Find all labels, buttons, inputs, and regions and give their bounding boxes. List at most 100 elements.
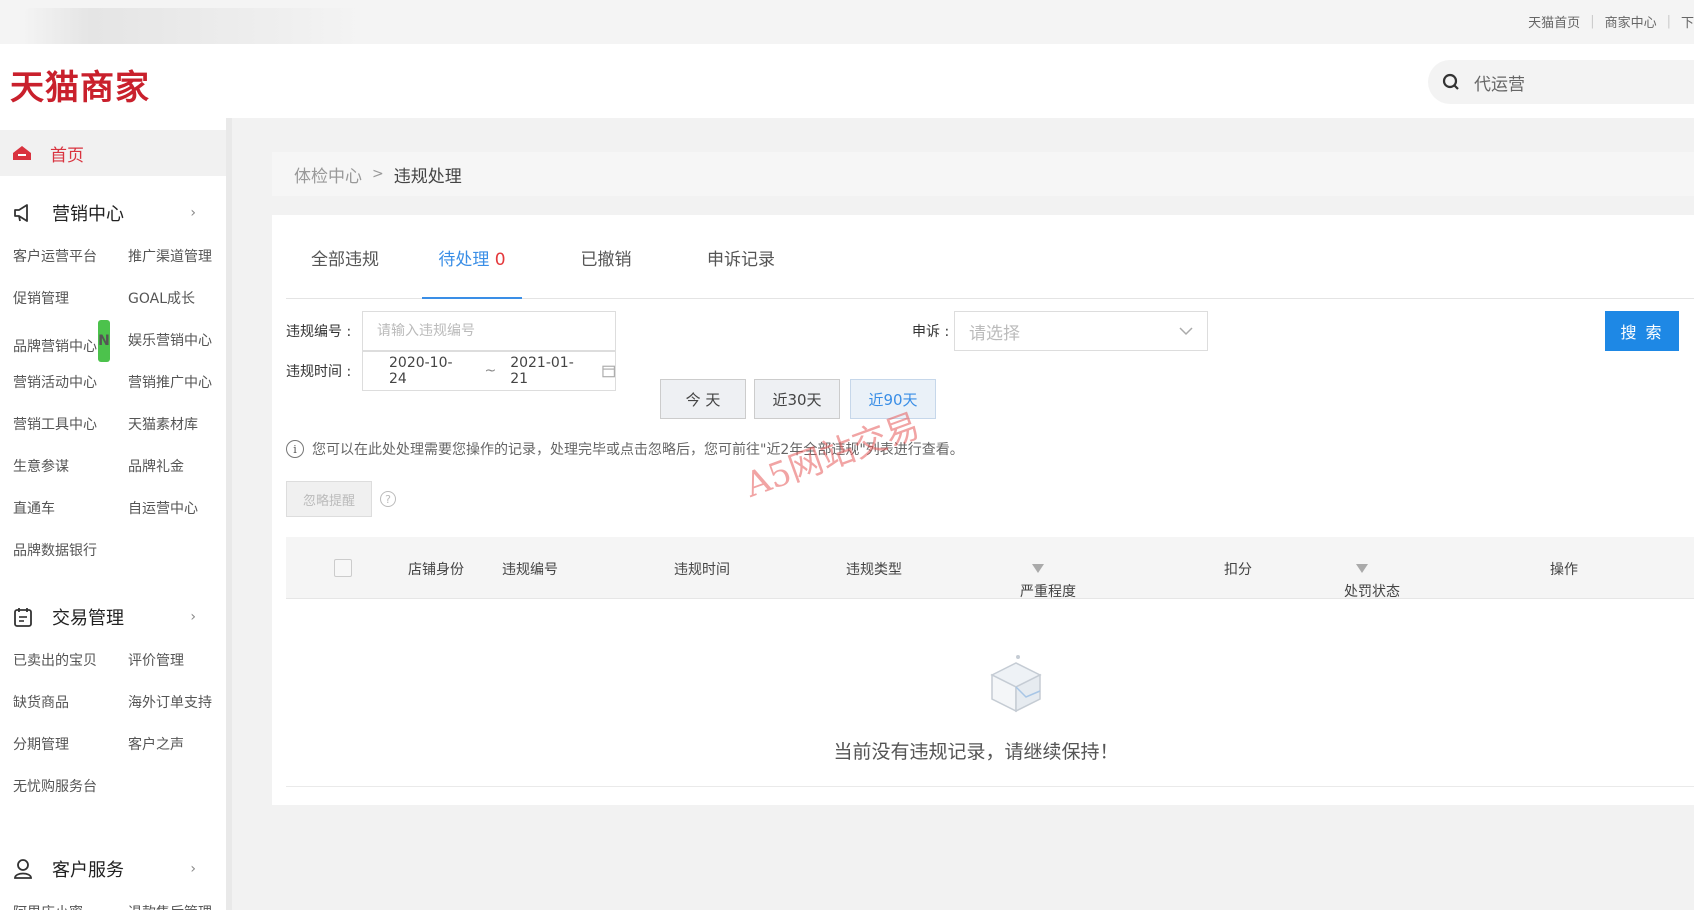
col-severity[interactable]: 严重程度	[1020, 559, 1076, 600]
violation-no-label: 违规编号 :	[286, 324, 352, 340]
col-violation-type: 违规类型	[846, 562, 902, 578]
empty-box-icon	[990, 655, 1042, 713]
divider	[286, 786, 1694, 787]
new-badge: N	[98, 320, 110, 362]
top-link-merchant-center[interactable]: 商家中心	[1605, 12, 1657, 31]
filter-icon[interactable]	[1356, 564, 1368, 573]
section-title: 营销中心	[52, 204, 124, 225]
sidebar-link[interactable]: 生意参谋	[13, 446, 128, 488]
violation-panel: 全部违规 待处理 0 已撤销 申诉记录 违规编号 : 申诉 : 请选择 搜 索 …	[272, 215, 1694, 805]
breadcrumb-separator: >	[372, 166, 384, 182]
sidebar-link[interactable]: 已卖出的宝贝	[13, 640, 128, 682]
quick-today-button[interactable]: 今 天	[660, 379, 746, 419]
divider: |	[1666, 14, 1671, 29]
search-input[interactable]	[1474, 72, 1674, 92]
section-title: 客户服务	[52, 860, 124, 881]
select-all-checkbox[interactable]	[334, 559, 352, 577]
sidebar-link[interactable]: 营销工具中心	[13, 404, 128, 446]
sidebar-link[interactable]: 推广渠道管理	[128, 236, 239, 278]
tab-label: 申诉记录	[707, 250, 775, 270]
sidebar-section-customer-service: 客户服务 › 阿里店小蜜 退款售后管理	[0, 854, 226, 910]
sidebar-link[interactable]: 海外订单支持	[128, 682, 239, 724]
col-penalty-status[interactable]: 处罚状态	[1344, 559, 1400, 600]
col-label: 严重程度	[1020, 584, 1076, 600]
logo[interactable]: 天猫商家	[10, 60, 150, 109]
global-search[interactable]	[1428, 60, 1694, 104]
section-title: 交易管理	[52, 608, 124, 629]
empty-state-text: 当前没有违规记录，请继续保持！	[833, 741, 1119, 763]
top-links: 天猫首页 | 商家中心 | 下	[1528, 12, 1694, 31]
tab-appeal-records[interactable]: 申诉记录	[686, 245, 796, 299]
breadcrumb-parent[interactable]: 体检中心	[294, 162, 362, 187]
date-separator: ~	[484, 363, 497, 379]
section-header[interactable]: 交易管理 ›	[0, 602, 226, 632]
sidebar-link[interactable]: 营销推广中心	[128, 362, 239, 404]
col-violation-time: 违规时间	[674, 562, 730, 578]
filter-icon[interactable]	[1032, 564, 1044, 573]
sidebar-link[interactable]: 娱乐营销中心	[128, 320, 239, 362]
sidebar-link[interactable]: 天猫素材库	[128, 404, 239, 446]
search-button[interactable]: 搜 索	[1605, 311, 1679, 351]
blurred-area	[22, 8, 362, 48]
sidebar-link[interactable]: 无忧购服务台	[13, 766, 128, 808]
tab-all-violations[interactable]: 全部违规	[290, 245, 400, 299]
top-link-download[interactable]: 下	[1681, 12, 1694, 31]
search-icon[interactable]	[1442, 73, 1460, 91]
sidebar-link[interactable]: 评价管理	[128, 640, 239, 682]
col-violation-no: 违规编号	[502, 562, 558, 578]
info-icon: i	[286, 440, 304, 458]
breadcrumb-current: 违规处理	[393, 166, 462, 187]
sidebar-link[interactable]: 促销管理	[13, 278, 128, 320]
tab-revoked[interactable]: 已撤销	[556, 245, 656, 299]
violation-no-field[interactable]	[362, 311, 616, 351]
violation-time-label: 违规时间 :	[286, 364, 352, 380]
sidebar-item-home[interactable]: 首页	[0, 130, 226, 176]
col-label: 处罚状态	[1344, 584, 1400, 600]
sidebar-link[interactable]: 品牌数据银行	[13, 530, 128, 572]
table-header: 店铺身份 违规编号 违规时间 违规类型 严重程度 扣分 处罚状态 操作	[286, 537, 1694, 600]
quick-30days-button[interactable]: 近30天	[754, 379, 840, 419]
tab-label: 待处理	[438, 250, 490, 270]
sidebar-link[interactable]: 缺货商品	[13, 682, 128, 724]
sidebar: 首页 营销中心 › 客户运营平台 推广渠道管理 促销管理 GOAL成长 品牌营销…	[0, 118, 232, 910]
date-end[interactable]: 2021-01-21	[510, 355, 587, 387]
sidebar-link[interactable]: 客户之声	[128, 724, 239, 766]
section-header[interactable]: 客户服务 ›	[0, 854, 226, 884]
calendar-icon[interactable]	[602, 364, 615, 378]
col-deduction: 扣分	[1224, 562, 1252, 578]
breadcrumb: 体检中心 > 违规处理	[272, 152, 1694, 196]
violation-no-input[interactable]	[377, 323, 615, 339]
sidebar-link[interactable]: 阿里店小蜜	[13, 892, 128, 910]
chevron-right-icon: ›	[190, 205, 196, 221]
appeal-select-placeholder: 请选择	[969, 323, 1020, 344]
section-items: 已卖出的宝贝 评价管理 缺货商品 海外订单支持 分期管理 客户之声 无忧购服务台	[0, 640, 226, 808]
tab-label: 已撤销	[580, 250, 632, 270]
tab-label: 全部违规	[311, 250, 379, 270]
sidebar-link[interactable]: 直通车	[13, 488, 128, 530]
clipboard-icon	[12, 606, 34, 628]
chevron-right-icon: ›	[190, 861, 196, 877]
sidebar-link[interactable]: 品牌礼金	[128, 446, 239, 488]
date-range-picker[interactable]: 2020-10-24 ~ 2021-01-21	[362, 351, 616, 391]
section-header[interactable]: 营销中心 ›	[0, 198, 226, 228]
tab-pending[interactable]: 待处理 0	[422, 245, 522, 299]
user-icon	[12, 858, 34, 880]
megaphone-icon	[12, 202, 34, 224]
sidebar-link[interactable]: 分期管理	[13, 724, 128, 766]
sidebar-link[interactable]: 自运营中心	[128, 488, 239, 530]
ignore-reminder-button[interactable]: 忽略提醒	[286, 481, 372, 517]
appeal-select[interactable]: 请选择	[954, 311, 1208, 351]
tab-bar: 全部违规 待处理 0 已撤销 申诉记录	[286, 245, 1694, 299]
sidebar-link[interactable]: 品牌营销中心N	[13, 320, 128, 362]
help-icon[interactable]: ?	[380, 491, 396, 507]
sidebar-link[interactable]: 营销活动中心	[13, 362, 128, 404]
sidebar-link[interactable]: 客户运营平台	[13, 236, 128, 278]
divider: |	[1590, 14, 1595, 29]
tab-count: 0	[494, 250, 506, 270]
date-start[interactable]: 2020-10-24	[389, 355, 466, 387]
section-items: 客户运营平台 推广渠道管理 促销管理 GOAL成长 品牌营销中心N 娱乐营销中心…	[0, 236, 226, 572]
sidebar-item-label: 首页	[50, 145, 84, 166]
sidebar-link[interactable]: GOAL成长	[128, 278, 239, 320]
sidebar-link[interactable]: 退款售后管理	[128, 892, 239, 910]
top-link-tmall-home[interactable]: 天猫首页	[1528, 12, 1580, 31]
